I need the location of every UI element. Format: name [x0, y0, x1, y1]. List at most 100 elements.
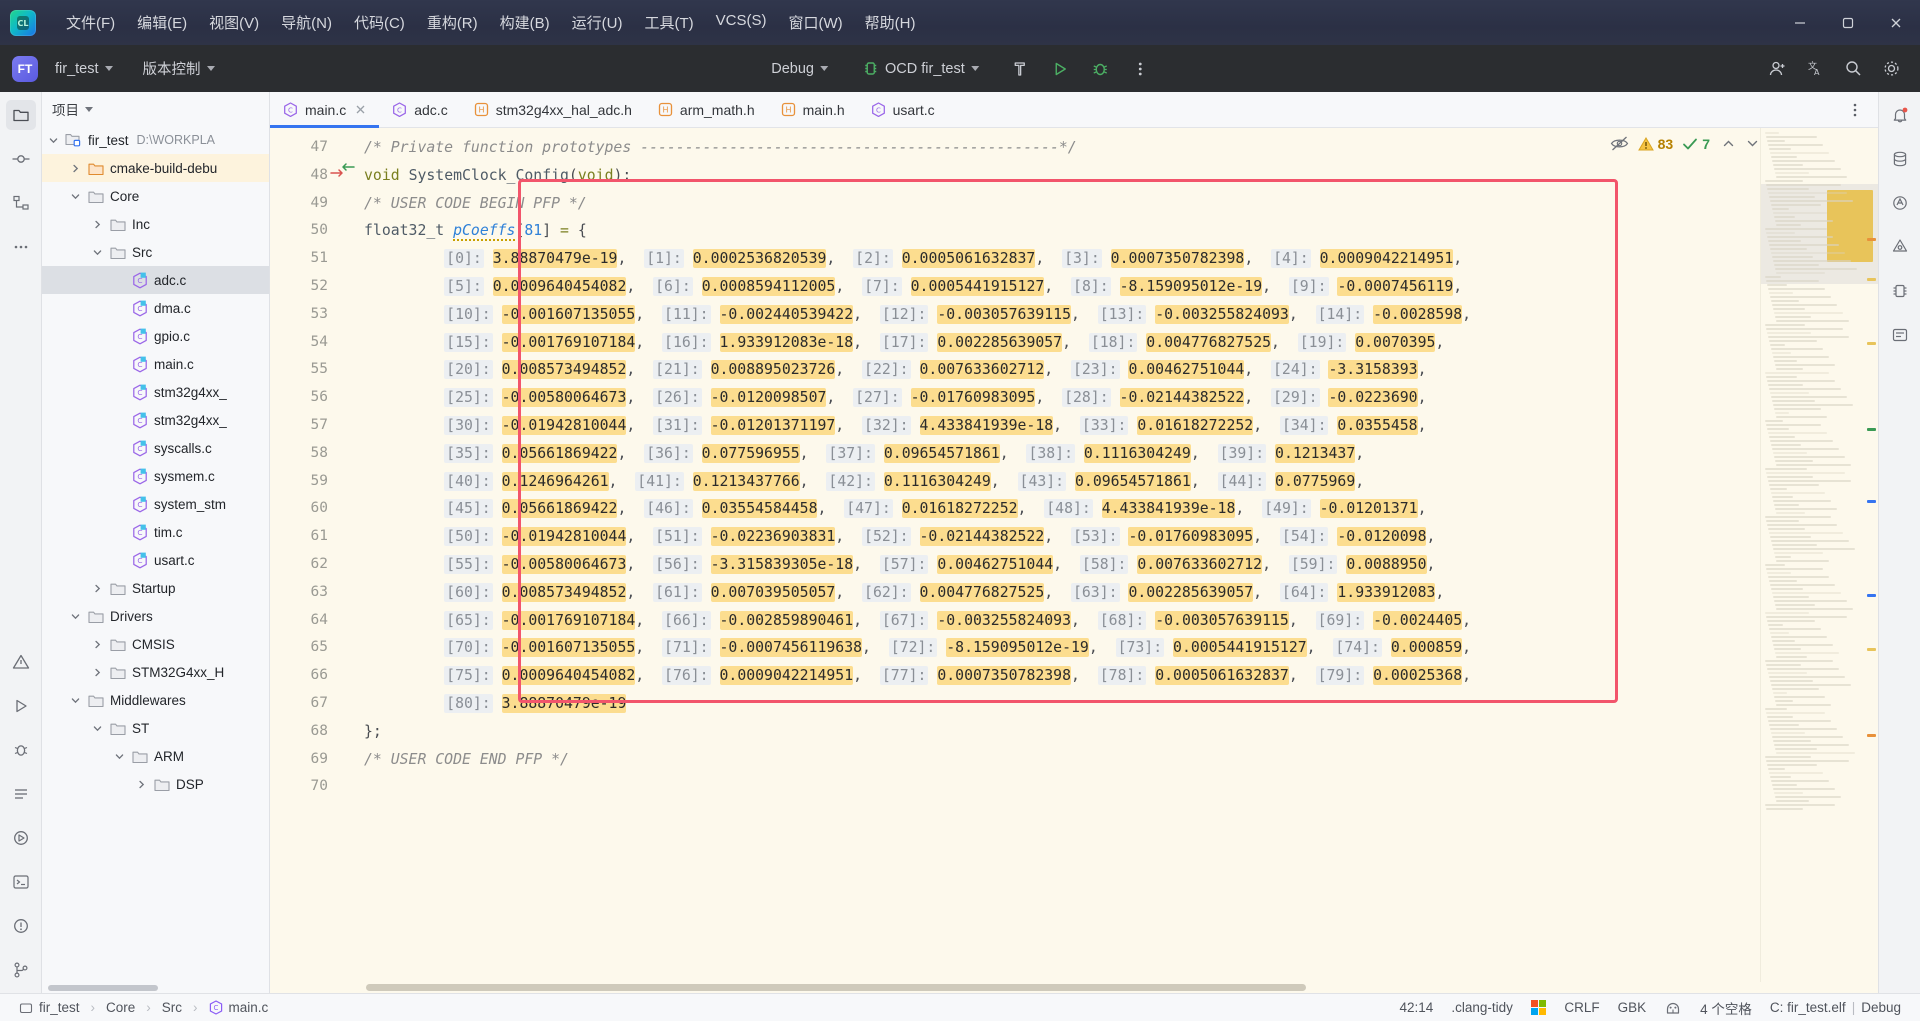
run-tool-window-icon[interactable]	[6, 691, 36, 721]
error-stripe-mark[interactable]	[1867, 278, 1876, 281]
editor-tab-main-h[interactable]: Hmain.h	[768, 92, 858, 127]
run-configuration-selector[interactable]: OCD fir_test	[854, 55, 987, 82]
breadcrumb-core[interactable]: Core	[99, 998, 142, 1017]
editor-tab-stm32g4xx_hal_adc-h[interactable]: Hstm32g4xx_hal_adc.h	[461, 92, 645, 127]
maximize-button[interactable]	[1824, 0, 1872, 45]
editor-tabs-more-icon[interactable]	[1832, 92, 1878, 127]
line-number[interactable]: 59	[270, 468, 362, 496]
tree-node-fir_test[interactable]: fir_test D:\WORKPLA	[42, 126, 269, 154]
code-line[interactable]: [15]: -0.001769107184, [16]: 1.933912083…	[362, 329, 1760, 357]
line-number[interactable]: 47	[270, 134, 362, 162]
tree-node-st[interactable]: ST	[42, 714, 269, 742]
problems-tool-window-icon[interactable]	[6, 647, 36, 677]
editor-tab-arm_math-h[interactable]: Harm_math.h	[645, 92, 768, 127]
toolchain-icon[interactable]	[1657, 998, 1689, 1018]
line-number[interactable]: 61	[270, 523, 362, 551]
line-number[interactable]: 55	[270, 356, 362, 384]
git-branch-icon[interactable]	[6, 955, 36, 985]
line-number[interactable]: 53	[270, 301, 362, 329]
tree-node-main.c[interactable]: Cmain.c	[42, 350, 269, 378]
error-stripe-mark[interactable]	[1867, 238, 1876, 241]
line-number[interactable]: 62	[270, 551, 362, 579]
project-tree-hscrollbar[interactable]	[42, 983, 269, 993]
code-line[interactable]: [35]: 0.05661869422, [36]: 0.077596955, …	[362, 440, 1760, 468]
menu-window[interactable]: 窗口(W)	[778, 7, 852, 38]
chevron-right-icon[interactable]	[92, 219, 108, 230]
code-line[interactable]: [60]: 0.008573494852, [61]: 0.0070395050…	[362, 579, 1760, 607]
code-line[interactable]: [40]: 0.1246964261, [41]: 0.1213437766, …	[362, 468, 1760, 496]
line-number[interactable]: 70	[270, 773, 362, 801]
close-tab-icon[interactable]	[355, 104, 366, 115]
structure-tool-window-icon[interactable]	[6, 188, 36, 218]
line-number[interactable]: 66	[270, 662, 362, 690]
code-line[interactable]: /* Private function prototypes ---------…	[362, 134, 1760, 162]
chevron-right-icon[interactable]	[70, 163, 86, 174]
project-selector[interactable]: fir_test	[47, 56, 121, 82]
chevron-down-icon[interactable]	[70, 611, 86, 622]
chevron-up-icon[interactable]	[1721, 136, 1736, 151]
chevron-down-icon[interactable]	[48, 135, 64, 146]
settings-icon[interactable]	[1874, 53, 1908, 85]
indent-setting[interactable]: 4 个空格	[1693, 996, 1759, 1020]
tree-node-usart.c[interactable]: Cusart.c	[42, 546, 269, 574]
menu-edit[interactable]: 编辑(E)	[127, 7, 197, 38]
code-line[interactable]: [5]: 0.0009640454082, [6]: 0.00085941120…	[362, 273, 1760, 301]
tree-node-startup[interactable]: Startup	[42, 574, 269, 602]
tree-node-stm32g4xx_[interactable]: Cstm32g4xx_	[42, 406, 269, 434]
breadcrumb-project[interactable]: fir_test	[12, 998, 87, 1017]
line-number[interactable]: 68	[270, 718, 362, 746]
line-number[interactable]: 57	[270, 412, 362, 440]
menu-tools[interactable]: 工具(T)	[634, 7, 703, 38]
code-line[interactable]: [75]: 0.0009640454082, [76]: 0.000904221…	[362, 662, 1760, 690]
more-actions-button[interactable]	[1123, 53, 1157, 85]
line-number[interactable]: 49	[270, 190, 362, 218]
notifications-icon[interactable]	[1885, 100, 1915, 130]
line-number[interactable]: 64	[270, 607, 362, 635]
run-button[interactable]	[1043, 53, 1077, 85]
tree-node-tim.c[interactable]: Ctim.c	[42, 518, 269, 546]
line-number[interactable]: 54	[270, 329, 362, 357]
editor-hscrollbar[interactable]	[270, 982, 1878, 993]
warning-count-indicator[interactable]: 83	[1637, 136, 1673, 152]
scrollbar-thumb[interactable]	[366, 984, 1306, 991]
tree-node-drivers[interactable]: Drivers	[42, 602, 269, 630]
chevron-down-icon[interactable]	[70, 191, 86, 202]
chevron-down-icon[interactable]	[114, 751, 130, 762]
line-number[interactable]: 50	[270, 217, 362, 245]
tree-node-dma.c[interactable]: Cdma.c	[42, 294, 269, 322]
editor-tab-usart-c[interactable]: Cusart.c	[858, 92, 948, 127]
line-number[interactable]: 56	[270, 384, 362, 412]
tree-node-arm[interactable]: ARM	[42, 742, 269, 770]
code-line[interactable]: [70]: -0.001607135055, [71]: -0.00074561…	[362, 634, 1760, 662]
tree-node-dsp[interactable]: DSP	[42, 770, 269, 798]
project-tool-window-icon[interactable]	[5, 100, 36, 130]
breadcrumb-file[interactable]: C main.c	[202, 998, 276, 1017]
translate-icon[interactable]: 文A	[1798, 53, 1832, 85]
caret-position[interactable]: 42:14	[1393, 998, 1441, 1017]
chevron-right-icon[interactable]	[136, 779, 152, 790]
build-target[interactable]: C: fir_test.elf | Debug	[1763, 998, 1908, 1017]
line-number[interactable]: 60	[270, 495, 362, 523]
line-number[interactable]: 51	[270, 245, 362, 273]
breadcrumb-src[interactable]: Src	[155, 998, 189, 1017]
eye-off-icon[interactable]	[1610, 134, 1629, 153]
error-stripe-mark[interactable]	[1867, 734, 1876, 737]
more-tool-windows-icon[interactable]	[6, 232, 36, 262]
code-line[interactable]: void SystemClock_Config(void);	[362, 162, 1760, 190]
menu-vcs[interactable]: VCS(S)	[706, 7, 777, 38]
line-number[interactable]: 48	[270, 162, 362, 190]
tree-node-system_stm[interactable]: Csystem_stm	[42, 490, 269, 518]
tree-node-sysmem.c[interactable]: Csysmem.c	[42, 462, 269, 490]
code-line[interactable]: /* USER CODE BEGIN PFP */	[362, 190, 1760, 218]
code-content[interactable]: /* Private function prototypes ---------…	[362, 128, 1760, 982]
chevron-down-icon[interactable]	[70, 695, 86, 706]
chevron-right-icon[interactable]	[92, 583, 108, 594]
editor-tab-main-c[interactable]: Cmain.c	[270, 92, 380, 128]
windows-icon[interactable]	[1524, 998, 1554, 1018]
code-line[interactable]: };	[362, 718, 1760, 746]
database-tool-window-icon[interactable]	[1885, 144, 1915, 174]
line-number[interactable]: 69	[270, 746, 362, 774]
code-line[interactable]: [10]: -0.001607135055, [11]: -0.00244053…	[362, 301, 1760, 329]
tree-node-inc[interactable]: Inc	[42, 210, 269, 238]
editor-tab-adc-c[interactable]: Cadc.c	[379, 92, 460, 127]
